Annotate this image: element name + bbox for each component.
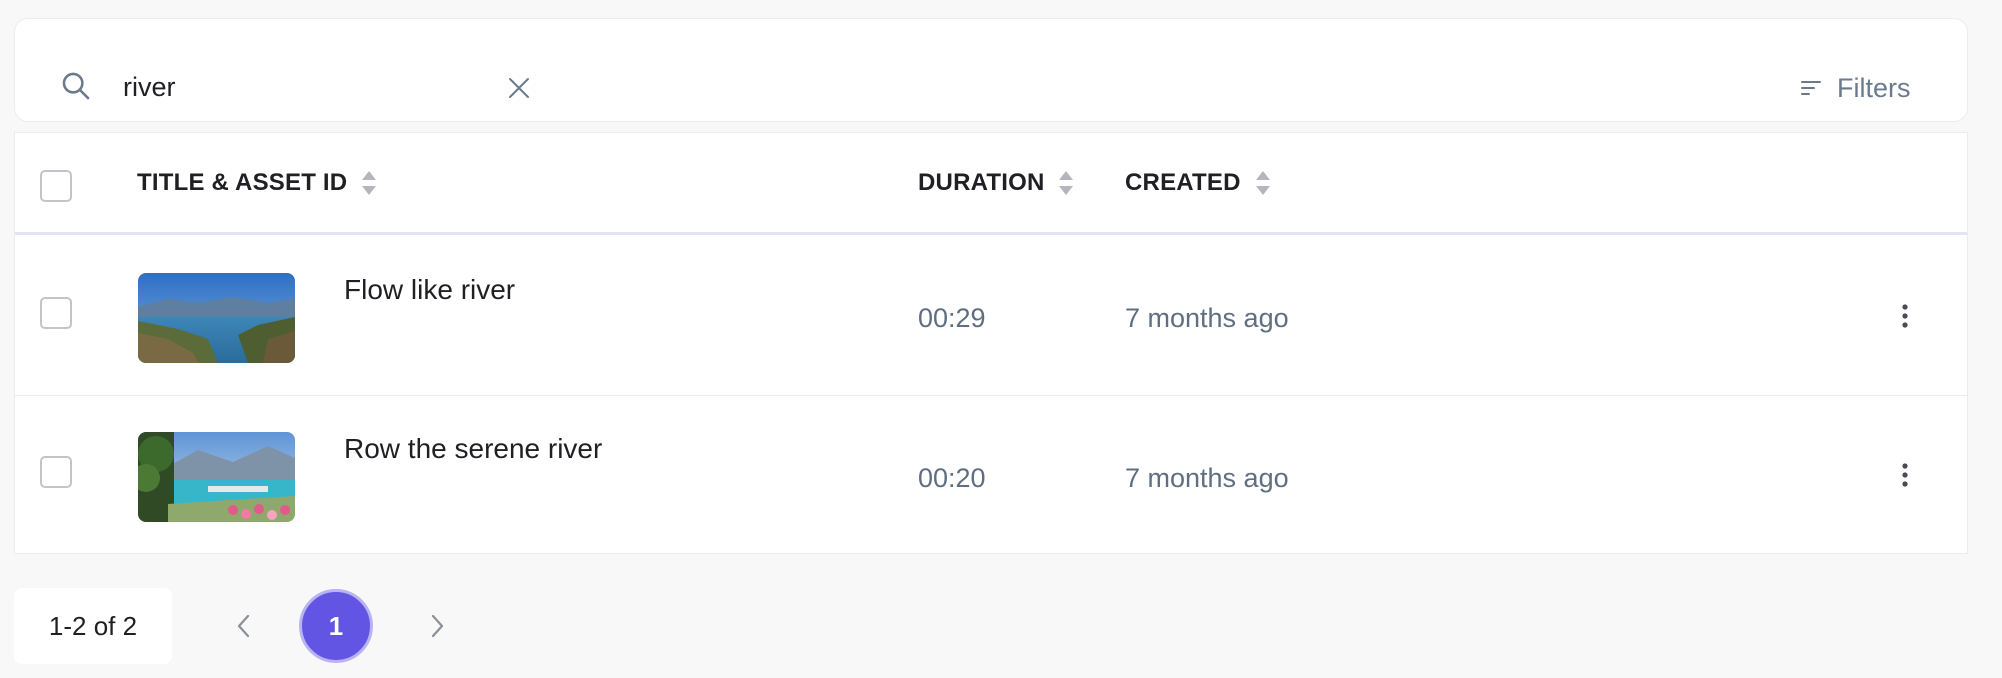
- more-vertical-icon[interactable]: [1899, 302, 1911, 330]
- chevron-left-icon[interactable]: [229, 610, 259, 642]
- filters-label: Filters: [1837, 72, 1911, 103]
- close-icon[interactable]: [507, 76, 531, 100]
- filter-lines-icon: [1801, 81, 1821, 95]
- sort-icon: [1059, 171, 1074, 195]
- lake-valley-image: [138, 273, 295, 363]
- more-vertical-icon[interactable]: [1899, 461, 1911, 489]
- sort-icon: [362, 171, 377, 195]
- row-checkbox[interactable]: [40, 456, 72, 488]
- column-header-created-label: CREATED: [1125, 169, 1241, 196]
- video-thumbnail[interactable]: [138, 432, 295, 522]
- sort-icon: [1255, 171, 1270, 195]
- column-header-title[interactable]: TITLE & ASSET ID: [137, 169, 377, 197]
- page-number-button[interactable]: 1: [299, 589, 373, 663]
- row-created: 7 months ago: [1125, 303, 1289, 333]
- row-duration: 00:20: [918, 463, 986, 493]
- video-thumbnail[interactable]: [138, 273, 295, 363]
- column-header-duration[interactable]: DURATION: [918, 169, 1074, 197]
- search-input[interactable]: [123, 67, 503, 107]
- row-created: 7 months ago: [1125, 463, 1289, 493]
- table-row[interactable]: Row the serene river 00:20 7 months ago: [15, 397, 1967, 555]
- search-icon: [62, 72, 90, 100]
- chevron-right-icon[interactable]: [422, 610, 452, 642]
- column-header-title-label: TITLE & ASSET ID: [137, 169, 348, 196]
- search-bar: Filters: [14, 18, 1968, 122]
- column-header-created[interactable]: CREATED: [1125, 169, 1271, 197]
- table-header: TITLE & ASSET ID DURATION CREATED: [15, 133, 1967, 235]
- row-title[interactable]: Row the serene river: [344, 433, 602, 465]
- results-table: TITLE & ASSET ID DURATION CREATED Flow l…: [14, 132, 1968, 554]
- pagination-range: 1-2 of 2: [14, 588, 172, 664]
- row-title[interactable]: Flow like river: [344, 274, 515, 306]
- row-checkbox[interactable]: [40, 297, 72, 329]
- lakeside-harbor-image: [138, 432, 295, 522]
- filters-button[interactable]: Filters: [1799, 67, 1911, 109]
- table-row[interactable]: Flow like river 00:29 7 months ago: [15, 238, 1967, 396]
- column-header-duration-label: DURATION: [918, 169, 1045, 196]
- select-all-checkbox[interactable]: [40, 170, 72, 202]
- row-duration: 00:29: [918, 303, 986, 333]
